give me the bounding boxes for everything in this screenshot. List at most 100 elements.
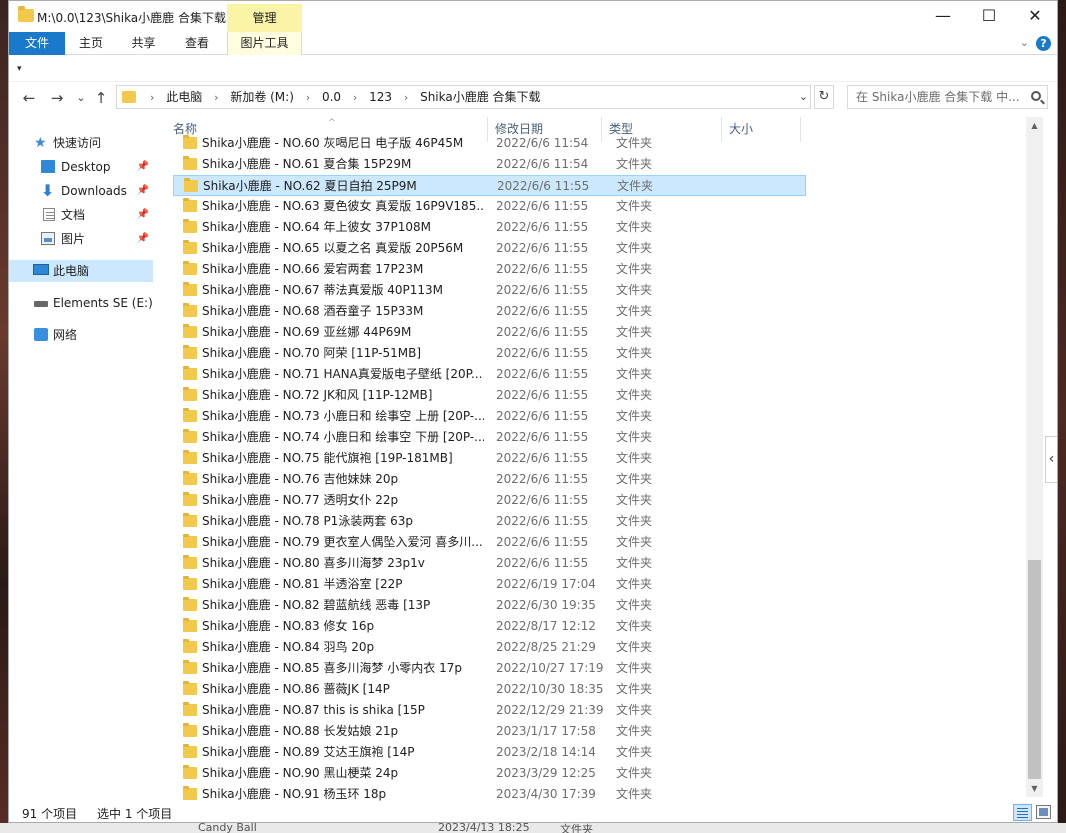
file-row[interactable]: Shika小鹿鹿 - NO.84 羽鸟 20p 2022/8/25 21:29 文件… bbox=[173, 637, 806, 658]
desktop-icon bbox=[41, 160, 55, 173]
breadcrumb-current-folder[interactable]: Shika小鹿鹿 合集下载 bbox=[420, 86, 540, 108]
scroll-up-icon[interactable]: ▲ bbox=[1026, 117, 1043, 134]
file-row[interactable]: Shika小鹿鹿 - NO.76 吉他妹妹 20p 2022/6/6 11:55 文… bbox=[173, 469, 806, 490]
file-name: Shika小鹿鹿 - NO.76 吉他妹妹 20p bbox=[202, 472, 399, 486]
file-row[interactable]: Shika小鹿鹿 - NO.83 修女 16p 2022/8/17 12:12 文件… bbox=[173, 616, 806, 637]
file-name: Shika小鹿鹿 - NO.80 喜多川海梦 23p1v bbox=[202, 556, 425, 570]
drive-icon bbox=[34, 301, 48, 307]
tab-manage[interactable]: 管理 bbox=[227, 4, 302, 32]
file-row[interactable]: Shika小鹿鹿 - NO.77 透明女仆 22p 2022/6/6 11:55 文… bbox=[173, 490, 806, 511]
file-date: 2022/6/6 11:55 bbox=[496, 514, 589, 528]
file-row[interactable]: Shika小鹿鹿 - NO.78 P1泳装两套 63p 2022/6/6 11:5… bbox=[173, 511, 806, 532]
refresh-icon[interactable]: ↻ bbox=[814, 85, 834, 109]
background-item-name: Candy Ball bbox=[198, 823, 257, 833]
address-bar[interactable]: › 此电脑 › 新加卷 (M:) › 0.0 › 123 › Shika小鹿鹿 … bbox=[116, 85, 811, 109]
scrollbar-thumb[interactable] bbox=[1028, 560, 1041, 779]
minimize-button[interactable]: — bbox=[920, 1, 966, 32]
chevron-down-icon[interactable]: ⌄ bbox=[1020, 36, 1029, 49]
file-date: 2022/6/6 11:55 bbox=[496, 535, 589, 549]
sidebar-item-documents[interactable]: 文档 📌 bbox=[9, 204, 153, 226]
sidebar-item-this-pc[interactable]: 此电脑 bbox=[9, 260, 153, 282]
file-row[interactable]: Shika小鹿鹿 - NO.72 JK和风 [11P-12MB] 2022/6/6… bbox=[173, 385, 806, 406]
search-icon[interactable] bbox=[1031, 91, 1041, 101]
back-arrow-icon[interactable]: ← bbox=[19, 88, 39, 108]
file-row[interactable]: Shika小鹿鹿 - NO.71 HANA真爱版电子壁纸 [20P... 2022… bbox=[173, 364, 806, 385]
file-row[interactable]: Shika小鹿鹿 - NO.66 爱宕两套 17P23M 2022/6/6 11:… bbox=[173, 259, 806, 280]
file-row[interactable]: Shika小鹿鹿 - NO.73 小鹿日和 绘事空 上册 [20P-... 202… bbox=[173, 406, 806, 427]
chevron-right-icon[interactable]: › bbox=[353, 87, 357, 109]
sidebar-item-quick-access[interactable]: ★ 快速访问 bbox=[9, 132, 153, 154]
sidebar-item-drive[interactable]: Elements SE (E:) bbox=[9, 292, 153, 314]
sidebar-item-desktop[interactable]: Desktop 📌 bbox=[9, 156, 153, 178]
folder-icon bbox=[183, 240, 197, 254]
recent-locations-chevron-icon[interactable]: ⌄ bbox=[71, 88, 91, 108]
help-icon[interactable]: ? bbox=[1036, 36, 1051, 51]
tab-home[interactable]: 主页 bbox=[65, 32, 117, 55]
file-row[interactable]: Shika小鹿鹿 - NO.74 小鹿日和 绘事空 下册 [20P-... 202… bbox=[173, 427, 806, 448]
chevron-right-icon[interactable]: › bbox=[306, 87, 310, 109]
chevron-right-icon[interactable]: › bbox=[214, 87, 218, 109]
address-dropdown-chevron-icon[interactable]: ⌄ bbox=[799, 90, 808, 103]
tab-file[interactable]: 文件 bbox=[9, 32, 65, 55]
file-row[interactable]: Shika小鹿鹿 - NO.88 长发姑娘 21p 2023/1/17 17:58… bbox=[173, 721, 806, 742]
breadcrumb-drive[interactable]: 新加卷 (M:) bbox=[230, 86, 294, 108]
tab-picture-tools[interactable]: 图片工具 bbox=[227, 32, 302, 55]
file-row[interactable]: Shika小鹿鹿 - NO.60 灰喝尼日 电子版 46P45M 2022/6/6… bbox=[173, 133, 806, 154]
file-row[interactable]: Shika小鹿鹿 - NO.75 能代旗袍 [19P-181MB] 2022/6/… bbox=[173, 448, 806, 469]
file-row[interactable]: Shika小鹿鹿 - NO.62 夏日自拍 25P9M 2022/6/6 11:5… bbox=[173, 175, 806, 196]
file-row[interactable]: Shika小鹿鹿 - NO.70 阿荣 [11P-51MB] 2022/6/6 1… bbox=[173, 343, 806, 364]
folder-icon bbox=[183, 471, 197, 485]
file-row[interactable]: Shika小鹿鹿 - NO.91 杨玉环 18p 2023/4/30 17:39 文… bbox=[173, 784, 806, 801]
tab-view[interactable]: 查看 bbox=[170, 32, 224, 55]
file-row[interactable]: Shika小鹿鹿 - NO.86 蔷薇JK [14P 2022/10/30 18:… bbox=[173, 679, 806, 700]
up-arrow-icon[interactable]: ↑ bbox=[91, 88, 111, 108]
sidebar-item-network[interactable]: 网络 bbox=[9, 324, 153, 346]
file-row[interactable]: Shika小鹿鹿 - NO.65 以夏之名 真爱版 20P56M 2022/6/6… bbox=[173, 238, 806, 259]
file-row[interactable]: Shika小鹿鹿 - NO.90 黑山梗菜 24p 2023/3/29 12:25… bbox=[173, 763, 806, 784]
file-row[interactable]: Shika小鹿鹿 - NO.85 喜多川海梦 小零内衣 17p 2022/10/2… bbox=[173, 658, 806, 679]
scroll-down-icon[interactable]: ▼ bbox=[1026, 780, 1043, 797]
file-date: 2023/1/17 17:58 bbox=[496, 724, 596, 738]
breadcrumb-this-pc[interactable]: 此电脑 bbox=[166, 86, 202, 108]
forward-arrow-icon[interactable]: → bbox=[47, 88, 67, 108]
file-row[interactable]: Shika小鹿鹿 - NO.79 更衣室人偶坠入爱河 喜多川... 2022/6/… bbox=[173, 532, 806, 553]
chevron-right-icon[interactable]: › bbox=[150, 87, 154, 109]
maximize-button[interactable]: ☐ bbox=[966, 1, 1012, 32]
pin-icon: 📌 bbox=[136, 209, 149, 220]
breadcrumb-folder-123[interactable]: 123 bbox=[369, 86, 392, 108]
ribbon-tabs: 文件 主页 共享 查看 图片工具 ⌄ ? bbox=[9, 32, 1057, 55]
breadcrumb-folder-0-0[interactable]: 0.0 bbox=[322, 86, 341, 108]
search-input[interactable]: 在 Shika小鹿鹿 合集下载 中... bbox=[847, 85, 1048, 109]
file-type: 文件夹 bbox=[616, 199, 653, 213]
details-view-icon[interactable] bbox=[1013, 804, 1032, 821]
vertical-scrollbar[interactable]: ▲ ▼ bbox=[1026, 117, 1043, 797]
file-row[interactable]: Shika小鹿鹿 - NO.68 酒吞童子 15P33M 2022/6/6 11:… bbox=[173, 301, 806, 322]
file-row[interactable]: Shika小鹿鹿 - NO.63 夏色彼女 真爱版 16P9V185... 202… bbox=[173, 196, 806, 217]
tab-share[interactable]: 共享 bbox=[117, 32, 170, 55]
title-bar[interactable]: M:\0.0\123\Shika小鹿鹿 合集下载 管理 — ☐ ✕ bbox=[9, 1, 1057, 32]
file-row[interactable]: Shika小鹿鹿 - NO.80 喜多川海梦 23p1v 2022/6/6 11:… bbox=[173, 553, 806, 574]
folder-icon bbox=[183, 345, 197, 359]
file-row[interactable]: Shika小鹿鹿 - NO.61 夏合集 15P29M 2022/6/6 11:5… bbox=[173, 154, 806, 175]
file-date: 2022/6/6 11:55 bbox=[496, 409, 589, 423]
close-button[interactable]: ✕ bbox=[1012, 1, 1057, 32]
file-type: 文件夹 bbox=[616, 136, 653, 150]
quick-access-dropdown-icon[interactable]: ▾ bbox=[17, 64, 22, 74]
file-row[interactable]: Shika小鹿鹿 - NO.67 蒂法真爱版 40P113M 2022/6/6 1… bbox=[173, 280, 806, 301]
file-row[interactable]: Shika小鹿鹿 - NO.69 亚丝娜 44P69M 2022/6/6 11:5… bbox=[173, 322, 806, 343]
file-row[interactable]: Shika小鹿鹿 - NO.89 艾达王旗袍 [14P 2023/2/18 14:… bbox=[173, 742, 806, 763]
preview-pane-toggle-icon[interactable]: ‹ bbox=[1045, 436, 1057, 483]
file-row[interactable]: Shika小鹿鹿 - NO.87 this is shika [15P 2022/… bbox=[173, 700, 806, 721]
folder-icon bbox=[183, 366, 197, 380]
file-date: 2022/6/6 11:55 bbox=[496, 199, 589, 213]
sidebar-item-pictures[interactable]: 图片 📌 bbox=[9, 228, 153, 250]
file-row[interactable]: Shika小鹿鹿 - NO.64 年上彼女 37P108M 2022/6/6 11… bbox=[173, 217, 806, 238]
file-type: 文件夹 bbox=[616, 661, 653, 675]
file-row[interactable]: Shika小鹿鹿 - NO.81 半透浴室 [22P 2022/6/19 17:0… bbox=[173, 574, 806, 595]
chevron-right-icon[interactable]: › bbox=[404, 87, 408, 109]
file-row[interactable]: Shika小鹿鹿 - NO.82 碧蓝航线 恶毒 [13P 2022/6/30 1… bbox=[173, 595, 806, 616]
sidebar-item-label: 网络 bbox=[53, 328, 78, 342]
file-date: 2022/8/25 21:29 bbox=[496, 640, 596, 654]
large-icons-view-icon[interactable] bbox=[1036, 805, 1051, 819]
sidebar-item-downloads[interactable]: ⬇ Downloads 📌 bbox=[9, 180, 153, 202]
